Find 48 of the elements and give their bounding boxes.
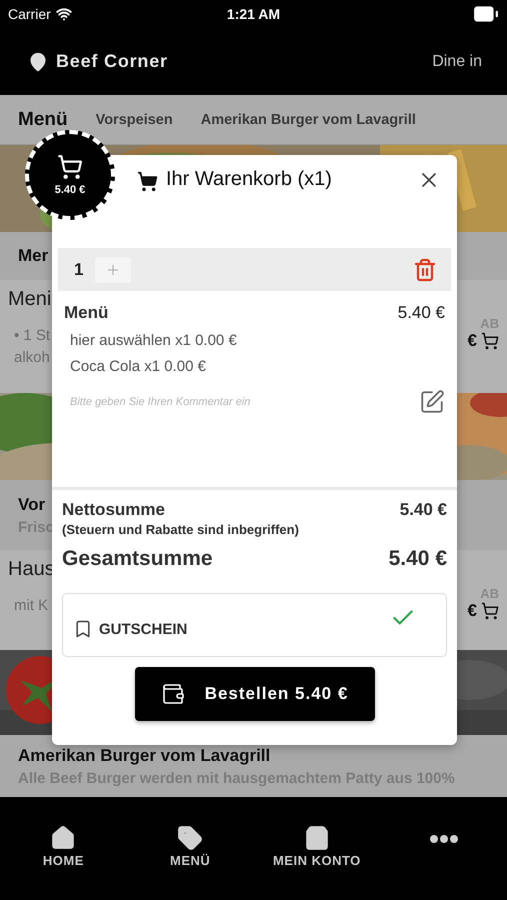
tab-label[interactable]: MEIN KONTO [272,853,361,868]
tab-label[interactable]: MENÜ [170,853,210,868]
dine-mode[interactable]: Dine in [432,52,482,70]
item-price: 5.40 € [398,303,445,323]
comment-field[interactable]: Bitte geben Sie Ihren Kommentar ein [64,396,364,408]
category-tab[interactable]: Amerikan Burger vom Lavagrill [200,112,416,128]
cart-total: 5.40 € [54,184,86,196]
cart-icon[interactable] [481,602,499,620]
cart-icon[interactable] [481,332,499,350]
voucher-button[interactable]: GUTSCHEIN [62,593,447,657]
location-pin-icon [28,52,48,72]
total-value: 5.40 € [388,547,447,571]
tag-icon [177,825,204,851]
restaurant-name[interactable]: Beef Corner [56,51,168,72]
cart-icon [57,154,83,180]
item-description: alkoh [13,348,51,368]
category-tab[interactable]: Vorspeisen [96,112,173,128]
quantity-value: 1 [74,260,84,280]
dialog-title: Ihr Warenkorb (x1) [166,168,332,191]
item-option: Coca Cola x1 0.00 € [64,358,445,375]
item-description: • 1 St [13,326,52,346]
total-label: Gesamtsumme [62,547,213,571]
order-button[interactable]: Bestellen 5.40 € [134,667,374,721]
category-tab[interactable]: Menü [18,108,68,130]
cart-icon [137,171,158,192]
item-description: mit K [13,596,50,616]
tax-note: (Steuern und Rabatte sind inbegriffen) [62,522,300,537]
carrier-label: Carrier [8,6,51,22]
net-label: Nettosumme [62,500,165,520]
item-price: € [468,601,477,621]
section-title: Vor [18,494,46,514]
tab-label[interactable]: HOME [42,853,84,868]
wallet-icon [160,682,185,706]
net-value: 5.40 € [400,500,447,520]
wifi-icon [56,6,72,22]
bag-icon [304,825,330,851]
section-title: Amerikan Burger vom Lavagrill [18,746,270,766]
status-time: 1:21 AM [226,6,280,22]
item-title: Meni [8,288,52,311]
trash-icon [413,258,437,282]
edit-icon[interactable] [419,389,445,415]
item-name: Menü [64,303,108,323]
delete-button[interactable] [413,258,437,282]
item-option: hier auswählen x1 0.00 € [64,332,445,349]
item-price: € [468,331,477,351]
home-icon [50,825,76,851]
section-title: Mer [18,246,48,266]
more-icon[interactable] [430,835,458,843]
